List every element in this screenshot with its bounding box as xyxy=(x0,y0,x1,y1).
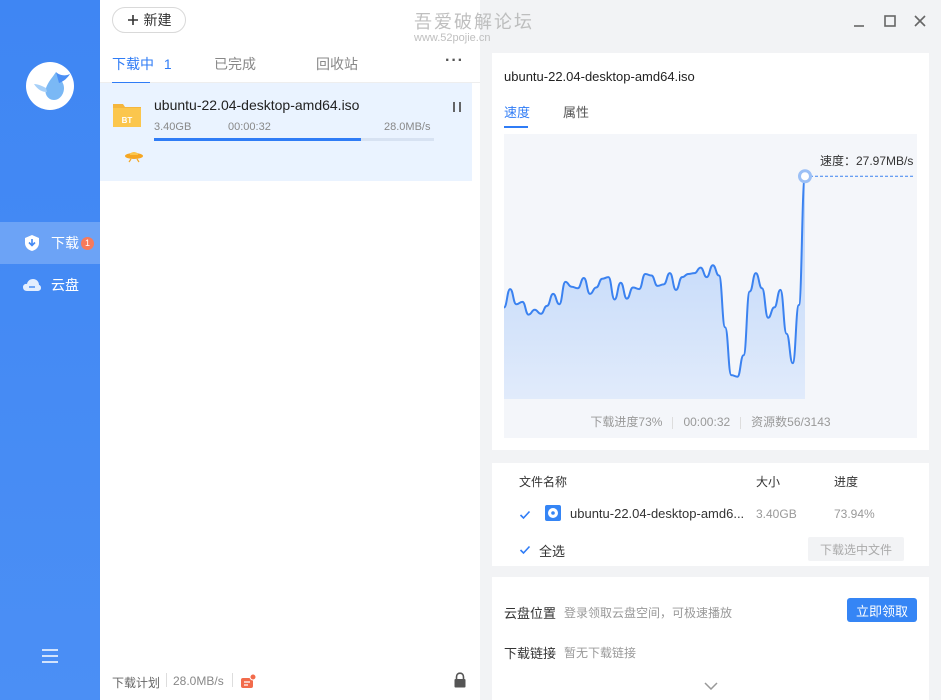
tab-downloading[interactable]: 下载中 1 xyxy=(112,54,172,84)
plus-icon xyxy=(127,15,138,25)
speed-area xyxy=(504,176,805,399)
download-link-label: 下载链接 xyxy=(504,646,557,661)
download-list-panel: 新建 下载中 1 已完成 回收站 ··· BT ubuntu-22.04-des… xyxy=(100,0,480,700)
col-filename: 文件名称 xyxy=(519,475,568,489)
download-selected-button[interactable]: 下载选中文件 xyxy=(808,537,904,561)
speed-chart: 速度：27.97MB/s 下载进度73% 00:00:32 资源数56/3143 xyxy=(504,134,917,438)
tab-label: 已完成 xyxy=(214,56,256,72)
task-progress-fill xyxy=(154,138,362,141)
task-progress-bar xyxy=(154,138,434,141)
watermark-title: 吾爱破解论坛 xyxy=(414,12,534,32)
tab-recycle-bin[interactable]: 回收站 xyxy=(316,54,358,74)
stat-progress: 下载进度73% xyxy=(590,415,663,429)
cloud-card: 云盘位置 登录领取云盘空间，可极速播放 立即领取 下载链接 暂无下载链接 xyxy=(492,577,929,700)
current-speed-label: 速度：27.97MB/s xyxy=(820,154,914,168)
minimize-icon[interactable] xyxy=(852,14,866,28)
detail-filename: ubuntu-22.04-desktop-amd64.iso xyxy=(504,69,695,84)
tab-label: 下载中 xyxy=(112,56,154,72)
task-elapsed: 00:00:32 xyxy=(228,121,271,133)
accelerate-ufo-icon[interactable] xyxy=(124,147,144,163)
total-speed: 28.0MB/s xyxy=(173,674,224,688)
tab-label: 回收站 xyxy=(316,56,358,72)
file-size: 3.40GB xyxy=(756,507,797,521)
divider xyxy=(166,673,167,687)
new-task-label: 新建 xyxy=(143,12,172,28)
task-detail-card: ubuntu-22.04-desktop-amd64.iso 速度 属性 速度：… xyxy=(492,53,929,450)
maximize-icon[interactable] xyxy=(883,14,897,28)
cloud-icon xyxy=(22,275,42,295)
task-filename: ubuntu-22.04-desktop-amd64.iso xyxy=(154,97,360,113)
lock-icon[interactable] xyxy=(453,672,467,688)
col-progress: 进度 xyxy=(834,475,859,489)
task-size: 3.40GB xyxy=(154,121,192,133)
task-speed: 28.0MB/s xyxy=(384,121,431,133)
download-link-hint: 暂无下载链接 xyxy=(564,646,637,660)
close-icon[interactable] xyxy=(913,14,927,28)
download-task-row[interactable]: BT ubuntu-22.04-desktop-amd64.iso 3.40GB… xyxy=(100,83,472,181)
sidebar-item-label: 下载 xyxy=(51,235,79,251)
bt-label: BT xyxy=(122,116,133,125)
cloud-location-label: 云盘位置 xyxy=(504,606,557,621)
sidebar-item-download[interactable]: 下载 1 xyxy=(0,222,100,264)
stat-sources: 资源数56/3143 xyxy=(751,415,831,429)
file-list-card: 文件名称 大小 进度 ubuntu-22.04-desktop-amd6... … xyxy=(492,463,929,566)
download-plan-link[interactable]: 下载计划 xyxy=(112,674,160,691)
app-logo xyxy=(26,62,74,110)
download-count-badge: 1 xyxy=(81,236,94,250)
divider xyxy=(740,416,742,429)
speed-chart-svg xyxy=(504,169,915,399)
menu-icon[interactable] xyxy=(41,648,59,664)
watermark-url: www.52pojie.cn xyxy=(414,32,491,44)
sidebar-item-cloud[interactable]: 云盘 xyxy=(0,264,100,306)
download-stats: 下载进度73% 00:00:32 资源数56/3143 xyxy=(504,413,917,430)
more-options-icon[interactable]: ··· xyxy=(445,52,464,70)
tab-count: 1 xyxy=(163,56,172,72)
divider xyxy=(672,416,674,429)
file-progress: 73.94% xyxy=(834,507,875,521)
bottom-status-bar: 下载计划 28.0MB/s xyxy=(100,660,480,700)
tab-properties[interactable]: 属性 xyxy=(563,102,589,121)
list-tabs: 下载中 1 已完成 回收站 ··· xyxy=(100,42,480,84)
download-shield-icon xyxy=(22,233,42,253)
disc-image-icon xyxy=(544,504,562,522)
cloud-location-hint: 登录领取云盘空间，可极速播放 xyxy=(564,606,733,620)
divider xyxy=(232,673,233,687)
bt-folder-icon: BT xyxy=(112,99,142,129)
stat-elapsed: 00:00:32 xyxy=(683,415,731,429)
tab-completed[interactable]: 已完成 xyxy=(214,54,256,74)
chevron-down-icon[interactable] xyxy=(704,677,718,691)
sidebar: 下载 1 云盘 xyxy=(0,0,100,700)
current-speed-point xyxy=(798,169,812,184)
hummingbird-icon xyxy=(34,72,70,100)
speed-limit-icon[interactable] xyxy=(240,673,257,689)
sidebar-item-label: 云盘 xyxy=(51,277,79,293)
claim-now-button[interactable]: 立即领取 xyxy=(847,598,917,622)
file-checkbox[interactable] xyxy=(519,508,531,520)
select-all-checkbox[interactable] xyxy=(519,543,531,555)
select-all-label[interactable]: 全选 xyxy=(539,541,565,560)
title-bar: 吾爱破解论坛 www.52pojie.cn xyxy=(414,0,941,44)
col-size: 大小 xyxy=(756,475,781,489)
tab-speed[interactable]: 速度 xyxy=(504,102,530,128)
file-name: ubuntu-22.04-desktop-amd6... xyxy=(570,506,745,521)
new-task-button[interactable]: 新建 xyxy=(112,7,186,33)
pause-icon[interactable] xyxy=(452,100,462,112)
